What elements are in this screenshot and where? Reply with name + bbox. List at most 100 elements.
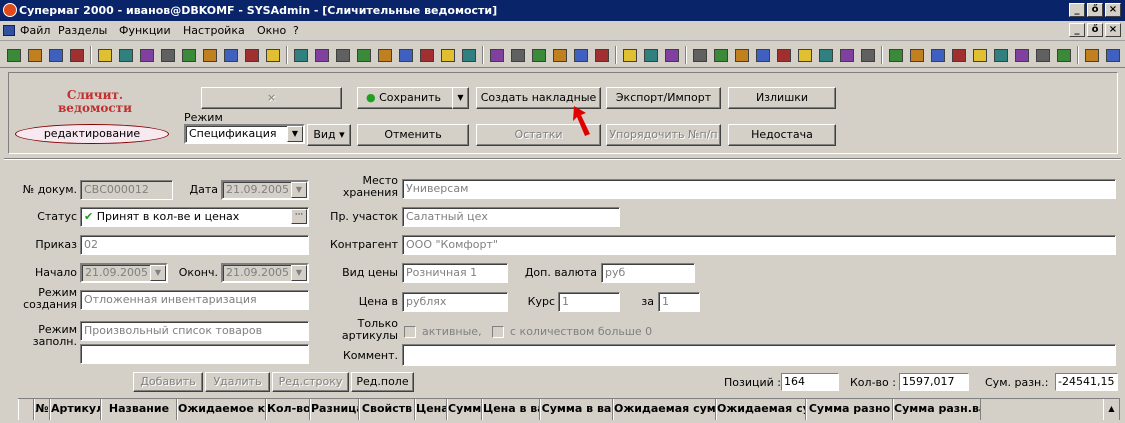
toolbar-tool-icon[interactable] <box>438 45 458 65</box>
toolbar-tool-icon[interactable] <box>1012 45 1032 65</box>
toolbar-tool-icon[interactable] <box>242 45 262 65</box>
grid-column-header[interactable]: Сумма <box>447 399 482 420</box>
date-field[interactable]: 21.09.2005 ▼ <box>221 180 309 200</box>
toolbar-tool-icon[interactable] <box>333 45 353 65</box>
creation-mode-field[interactable]: Отложенная инвентаризация <box>80 290 309 310</box>
comment-field[interactable] <box>402 344 1116 366</box>
toolbar-tool-icon[interactable] <box>4 45 24 65</box>
toolbar-tool-icon[interactable] <box>95 45 115 65</box>
toolbar-tool-icon[interactable] <box>25 45 45 65</box>
toolbar-tool-icon[interactable] <box>200 45 220 65</box>
rate-field[interactable]: 1 <box>558 292 620 312</box>
price-in-field[interactable]: рублях <box>402 292 508 312</box>
add-currency-field[interactable]: руб <box>601 263 695 283</box>
toolbar-tool-icon[interactable] <box>620 45 640 65</box>
fill-mode-extra-field[interactable] <box>80 344 309 364</box>
toolbar-tool-icon[interactable] <box>641 45 661 65</box>
toolbar-tool-icon[interactable] <box>732 45 752 65</box>
toolbar-tool-icon[interactable] <box>312 45 332 65</box>
start-date-field[interactable]: 21.09.2005 ▼ <box>80 263 168 283</box>
toolbar-tool-icon[interactable] <box>571 45 591 65</box>
shortage-button[interactable]: Недостача <box>728 124 836 146</box>
grid-column-header[interactable]: Разница <box>310 399 359 420</box>
toolbar-tool-icon[interactable] <box>774 45 794 65</box>
toolbar-tool-icon[interactable] <box>795 45 815 65</box>
menu-help[interactable]: ? <box>293 24 299 37</box>
toolbar-tool-icon[interactable] <box>529 45 549 65</box>
cancel-button[interactable]: Отменить <box>357 124 469 146</box>
end-date-field[interactable]: 21.09.2005 ▼ <box>221 263 309 283</box>
menu-functions[interactable]: Функции <box>119 24 171 37</box>
grid-column-header[interactable]: Свойств <box>359 399 415 420</box>
menu-settings[interactable]: Настройка <box>183 24 245 37</box>
surplus-button[interactable]: Излишки <box>728 87 836 109</box>
toolbar-tool-icon[interactable] <box>949 45 969 65</box>
toolbar-tool-icon[interactable] <box>907 45 927 65</box>
delete-row-button[interactable]: Удалить <box>205 372 270 392</box>
grid-column-header[interactable]: Ожидаемая сум <box>613 399 716 420</box>
minimize-button[interactable]: _ <box>1069 3 1085 17</box>
reorder-button[interactable]: Упорядочить №п/п <box>606 124 721 146</box>
mdi-minimize-button[interactable]: _ <box>1069 23 1085 37</box>
toolbar-tool-icon[interactable] <box>417 45 437 65</box>
grid-column-header[interactable]: Цена в ва <box>482 399 540 420</box>
toolbar-tool-icon[interactable] <box>396 45 416 65</box>
toolbar-tool-icon[interactable] <box>263 45 283 65</box>
storage-field[interactable]: Универсам <box>402 179 1116 199</box>
toolbar-tool-icon[interactable] <box>508 45 528 65</box>
grid-column-header[interactable]: Сумма разн.вал. <box>893 399 981 420</box>
toolbar-tool-icon[interactable] <box>711 45 731 65</box>
toolbar-tool-icon[interactable] <box>886 45 906 65</box>
toolbar-tool-icon[interactable] <box>816 45 836 65</box>
fill-mode-field[interactable]: Произвольный список товаров <box>80 321 309 341</box>
toolbar-tool-icon[interactable] <box>837 45 857 65</box>
add-row-button[interactable]: Добавить <box>133 372 203 392</box>
ellipsis-button[interactable]: ··· <box>291 209 307 224</box>
toolbar-tool-icon[interactable] <box>662 45 682 65</box>
edit-field-button[interactable]: Ред.поле <box>351 372 414 392</box>
clear-button[interactable]: × <box>201 87 342 109</box>
toolbar-tool-icon[interactable] <box>991 45 1011 65</box>
close-button[interactable]: × <box>1105 3 1121 17</box>
mode-select[interactable]: Спецификация ▼ <box>184 124 305 144</box>
section-field[interactable]: Салатный цех <box>402 207 620 227</box>
scroll-up-icon[interactable]: ▲ <box>1103 399 1120 420</box>
toolbar-tool-icon[interactable] <box>46 45 66 65</box>
grid-column-header[interactable]: Сумма разно <box>806 399 893 420</box>
per-field[interactable]: 1 <box>658 292 700 312</box>
toolbar-tool-icon[interactable] <box>354 45 374 65</box>
mdi-restore-button[interactable]: ő <box>1087 23 1103 37</box>
toolbar-tool-icon[interactable] <box>291 45 311 65</box>
toolbar-tool-icon[interactable] <box>179 45 199 65</box>
grid-column-header[interactable]: Ожидаемое ко <box>177 399 266 420</box>
status-field[interactable]: ✔ Принят в кол-ве и ценах ··· <box>80 207 309 227</box>
toolbar-tool-icon[interactable] <box>375 45 395 65</box>
toolbar-tool-icon[interactable] <box>1103 45 1123 65</box>
grid-column-header[interactable]: Название <box>101 399 177 420</box>
mdi-close-button[interactable]: × <box>1105 23 1121 37</box>
grid-column-header[interactable]: Сумма в ва <box>540 399 613 420</box>
toolbar-tool-icon[interactable] <box>550 45 570 65</box>
restore-button[interactable]: ő <box>1087 3 1103 17</box>
toolbar-tool-icon[interactable] <box>928 45 948 65</box>
grid-column-header[interactable]: Ожидаемая сум <box>716 399 806 420</box>
export-import-button[interactable]: Экспорт/Импорт <box>606 87 721 109</box>
toolbar-tool-icon[interactable] <box>858 45 878 65</box>
toolbar-tool-icon[interactable] <box>459 45 479 65</box>
view-button[interactable]: Вид ▾ <box>307 124 351 146</box>
toolbar-tool-icon[interactable] <box>970 45 990 65</box>
grid-column-header[interactable]: № <box>34 399 50 420</box>
toolbar-tool-icon[interactable] <box>158 45 178 65</box>
menu-sections[interactable]: Разделы <box>58 24 107 37</box>
toolbar-tool-icon[interactable] <box>67 45 87 65</box>
toolbar-tool-icon[interactable] <box>1082 45 1102 65</box>
qty-checkbox[interactable] <box>492 326 504 338</box>
toolbar-tool-icon[interactable] <box>753 45 773 65</box>
menu-window[interactable]: Окно <box>257 24 286 37</box>
toolbar-tool-icon[interactable] <box>487 45 507 65</box>
toolbar-tool-icon[interactable] <box>592 45 612 65</box>
edit-row-button[interactable]: Ред.строку <box>272 372 349 392</box>
doc-no-field[interactable]: СВС000012 <box>80 180 173 200</box>
grid-column-header[interactable]: Кол-во <box>266 399 310 420</box>
toolbar-tool-icon[interactable] <box>690 45 710 65</box>
